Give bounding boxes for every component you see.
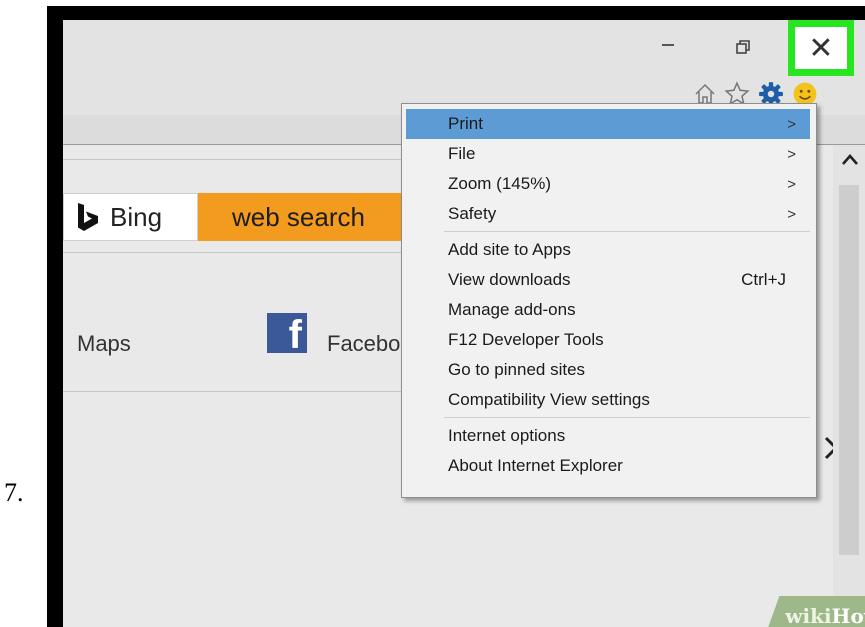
chevron-up-icon[interactable] — [841, 151, 859, 169]
wikihow-watermark: wikiHow — [765, 596, 865, 627]
menu-item-add-site-to-apps[interactable]: Add site to Apps — [406, 235, 810, 265]
menu-item-label: Zoom (145%) — [448, 174, 551, 193]
tools-menu: Print > File > Zoom (145%) > Safety > Add site t… — [401, 103, 817, 498]
facebook-logo-letter: f — [288, 313, 302, 353]
bing-icon — [78, 203, 98, 231]
menu-item-internet-options[interactable]: Internet options — [406, 421, 810, 451]
menu-item-zoom-145[interactable]: Zoom (145%) > — [406, 169, 810, 199]
menu-item-label: Go to pinned sites — [448, 360, 586, 379]
close-icon: ✕ — [808, 30, 834, 66]
menu-item-label: F12 Developer Tools — [448, 330, 604, 349]
menu-item-print[interactable]: Print > — [406, 109, 810, 139]
screenshot-frame: ✕ Bing web search Maps f Facebo Print > … — [47, 6, 865, 627]
chevron-right-icon: > — [787, 175, 796, 193]
menu-item-label: Internet options — [448, 426, 566, 445]
chevron-right-icon: > — [787, 145, 796, 163]
menu-item-f12-developer-tools[interactable]: F12 Developer Tools — [406, 325, 810, 355]
menu-item-label: Print — [448, 114, 483, 133]
menu-item-label: Manage add-ons — [448, 300, 576, 319]
maps-link[interactable]: Maps — [77, 331, 131, 357]
scrollbar-thumb[interactable] — [839, 185, 859, 555]
facebook-logo[interactable]: f — [267, 313, 307, 353]
chevron-right-icon: > — [787, 115, 796, 133]
minimize-button[interactable] — [653, 32, 683, 62]
menu-item-file[interactable]: File > — [406, 139, 810, 169]
chevron-right-icon: > — [787, 205, 796, 223]
divider — [63, 391, 403, 392]
menu-item-safety[interactable]: Safety > — [406, 199, 810, 229]
menu-item-compatibility-view-settings[interactable]: Compatibility View settings — [406, 385, 810, 415]
menu-item-label: Compatibility View settings — [448, 390, 650, 409]
restore-button[interactable] — [728, 32, 758, 62]
title-bar: ✕ — [63, 20, 865, 115]
menu-separator — [444, 417, 810, 418]
watermark-how: How — [831, 604, 865, 627]
restore-icon — [736, 40, 750, 54]
vertical-scrollbar[interactable] — [833, 145, 865, 627]
browser-window: ✕ Bing web search Maps f Facebo Print > … — [63, 20, 865, 627]
web-search-label: web search — [232, 201, 365, 232]
menu-item-label: File — [448, 144, 476, 163]
menu-item-about-internet-explorer[interactable]: About Internet Explorer — [406, 451, 810, 481]
menu-item-view-downloads[interactable]: View downloads Ctrl+J — [406, 265, 810, 295]
minimize-icon — [662, 44, 674, 46]
watermark-wiki: wiki — [785, 604, 832, 627]
menu-separator — [444, 231, 810, 232]
menu-item-label: About Internet Explorer — [448, 456, 623, 475]
menu-item-label: View downloads — [448, 270, 571, 289]
menu-item-label: Add site to Apps — [448, 240, 571, 259]
menu-item-manage-add-ons[interactable]: Manage add-ons — [406, 295, 810, 325]
bing-label: Bing — [110, 201, 163, 232]
menu-item-shortcut: Ctrl+J — [741, 270, 786, 289]
menu-item-go-to-pinned-sites[interactable]: Go to pinned sites — [406, 355, 810, 385]
close-button[interactable]: ✕ — [788, 20, 854, 76]
bing-logo[interactable]: Bing — [63, 193, 198, 241]
menu-item-label: Safety — [448, 204, 497, 223]
divider — [63, 159, 403, 160]
web-search-button[interactable]: web search — [198, 193, 413, 241]
divider — [63, 252, 403, 253]
step-number: 7. — [4, 478, 24, 507]
facebook-link[interactable]: Facebo — [327, 331, 407, 357]
